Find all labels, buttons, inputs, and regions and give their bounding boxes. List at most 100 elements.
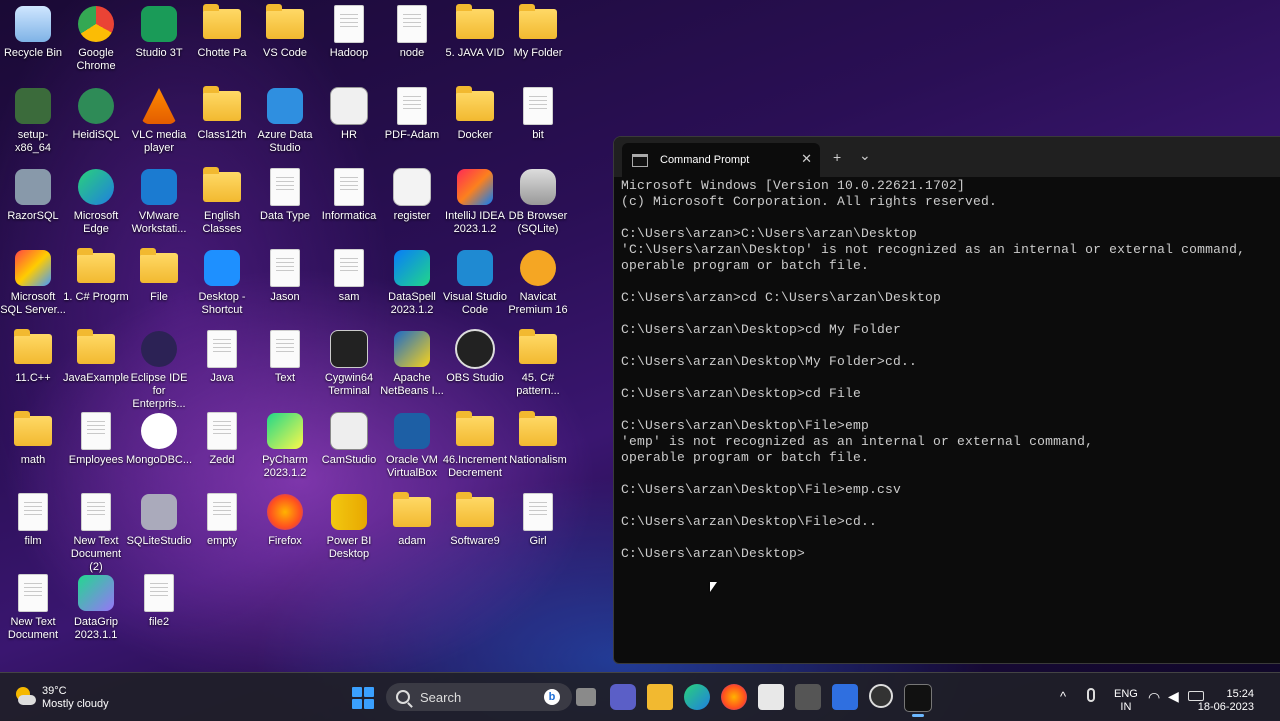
desktop-icon[interactable]: New Text Document: [0, 573, 66, 642]
desktop-icon[interactable]: Hadoop: [316, 4, 382, 60]
folder-icon: [455, 4, 495, 44]
desktop-icon[interactable]: File: [126, 248, 192, 304]
desktop-icon[interactable]: Zedd: [189, 411, 255, 467]
desktop-icon[interactable]: VMware Workstati...: [126, 167, 192, 236]
edge-icon[interactable]: [684, 684, 710, 710]
app-icon[interactable]: [795, 684, 821, 710]
console-line: C:\Users\arzan\Desktop\My Folder>cd..: [621, 354, 918, 369]
desktop-icon[interactable]: MongoDBC...: [126, 411, 192, 467]
desktop-icon[interactable]: JavaExample: [63, 329, 129, 385]
firefox-icon[interactable]: [721, 684, 747, 710]
desktop-icon[interactable]: CamStudio: [316, 411, 382, 467]
file-explorer-icon[interactable]: [647, 684, 673, 710]
desktop-icon[interactable]: empty: [189, 492, 255, 548]
desktop-icon[interactable]: Microsoft SQL Server...: [0, 248, 66, 317]
desktop-icon-label: Oracle VM VirtualBox: [386, 454, 438, 479]
show-hidden-icons-chevron[interactable]: ^: [1060, 689, 1066, 704]
desktop-icon[interactable]: Class12th: [189, 86, 255, 142]
windows-logo-tile: [364, 699, 374, 709]
bing-icon[interactable]: b: [544, 689, 560, 705]
desktop-icon[interactable]: PyCharm 2023.1.2: [252, 411, 318, 480]
desktop-icon[interactable]: Navicat Premium 16: [505, 248, 571, 317]
desktop-icon[interactable]: Employees: [63, 411, 129, 467]
desktop-icon-label: PyCharm 2023.1.2: [262, 454, 308, 479]
desktop-icon[interactable]: Microsoft Edge: [63, 167, 129, 236]
desktop-icon[interactable]: 11.C++: [0, 329, 66, 385]
desktop-icon[interactable]: DB Browser (SQLite): [505, 167, 571, 236]
desktop-icon[interactable]: Oracle VM VirtualBox: [379, 411, 445, 480]
desktop-icon[interactable]: 1. C# Progrm: [63, 248, 129, 304]
console-output[interactable]: Microsoft Windows [Version 10.0.22621.17…: [621, 178, 1271, 562]
desktop-icon[interactable]: Software9: [442, 492, 508, 548]
desktop-icon[interactable]: Docker: [442, 86, 508, 142]
desktop-icon[interactable]: Google Chrome: [63, 4, 129, 73]
desktop-icon[interactable]: 5. JAVA VID: [442, 4, 508, 60]
desktop-icon[interactable]: OBS Studio: [442, 329, 508, 385]
desktop-icon[interactable]: Text: [252, 329, 318, 385]
desktop-icon[interactable]: node: [379, 4, 445, 60]
desktop-icon[interactable]: My Folder: [505, 4, 571, 60]
desktop-icon[interactable]: Apache NetBeans I...: [379, 329, 445, 398]
desktop-icon[interactable]: math: [0, 411, 66, 467]
desktop-icon[interactable]: Azure Data Studio: [252, 86, 318, 155]
volume-icon[interactable]: ◀: [1168, 688, 1179, 705]
desktop-icon[interactable]: 46.Increment Decrement: [442, 411, 508, 480]
taskbar-search-box[interactable]: Search b: [386, 683, 572, 711]
task-view-icon[interactable]: [576, 688, 596, 706]
desktop-icon[interactable]: setup-x86_64: [0, 86, 66, 155]
desktop-icon[interactable]: film: [0, 492, 66, 548]
wifi-icon[interactable]: ◠: [1148, 689, 1160, 706]
clock[interactable]: 15:24 18-06-2023: [1198, 688, 1254, 714]
azure-data-studio-icon[interactable]: [832, 684, 858, 710]
desktop-icon-label: OBS Studio: [446, 372, 504, 384]
recorder-icon[interactable]: [869, 684, 893, 708]
desktop-icon[interactable]: Studio 3T: [126, 4, 192, 60]
chevron-down-icon[interactable]: ⌄: [859, 147, 871, 164]
desktop-icon[interactable]: register: [379, 167, 445, 223]
microphone-icon[interactable]: [1087, 688, 1095, 702]
desktop-icon[interactable]: adam: [379, 492, 445, 548]
desktop-icon[interactable]: Cygwin64 Terminal: [316, 329, 382, 398]
close-tab-icon[interactable]: ✕: [801, 151, 812, 167]
start-button[interactable]: [352, 687, 374, 709]
desktop-icon[interactable]: PDF-Adam: [379, 86, 445, 142]
desktop-icon[interactable]: Girl: [505, 492, 571, 548]
desktop-icon[interactable]: Nationalism: [505, 411, 571, 467]
folder-icon: [76, 248, 116, 288]
desktop-icon[interactable]: Power BI Desktop: [316, 492, 382, 561]
desktop-icon[interactable]: Chotte Pa: [189, 4, 255, 60]
desktop-icon[interactable]: Java: [189, 329, 255, 385]
desktop-icon[interactable]: Jason: [252, 248, 318, 304]
microsoft-store-icon[interactable]: [758, 684, 784, 710]
desktop-icon[interactable]: VS Code: [252, 4, 318, 60]
terminal-taskbar-icon[interactable]: [904, 684, 932, 717]
desktop-icon[interactable]: VLC media player: [126, 86, 192, 155]
desktop-icon[interactable]: Desktop - Shortcut: [189, 248, 255, 317]
desktop-icon[interactable]: New Text Document (2): [63, 492, 129, 574]
desktop-icon[interactable]: sam: [316, 248, 382, 304]
new-tab-icon[interactable]: +: [833, 149, 841, 165]
weather-widget[interactable]: 39°C Mostly cloudy: [14, 685, 109, 711]
desktop-icon[interactable]: English Classes: [189, 167, 255, 236]
desktop-icon[interactable]: Eclipse IDE for Enterpris...: [126, 329, 192, 411]
desktop-icon[interactable]: Data Type: [252, 167, 318, 223]
desktop-icon[interactable]: 45. C# pattern...: [505, 329, 571, 398]
desktop-icon[interactable]: RazorSQL: [0, 167, 66, 223]
desktop-icon-label: Cygwin64 Terminal: [324, 372, 374, 397]
desktop-icon[interactable]: Firefox: [252, 492, 318, 548]
desktop-icon[interactable]: Informatica: [316, 167, 382, 223]
terminal-titlebar[interactable]: Command Prompt ✕ + ⌄: [614, 137, 1280, 177]
desktop-icon[interactable]: DataGrip 2023.1.1: [63, 573, 129, 642]
desktop-icon[interactable]: HR: [316, 86, 382, 142]
teams-chat-icon[interactable]: [610, 684, 636, 710]
desktop-icon[interactable]: Visual Studio Code: [442, 248, 508, 317]
desktop-icon[interactable]: bit: [505, 86, 571, 142]
desktop-icon[interactable]: SQLiteStudio: [126, 492, 192, 548]
tab-command-prompt[interactable]: Command Prompt ✕: [622, 143, 820, 177]
desktop-icon[interactable]: file2: [126, 573, 192, 629]
desktop-icon[interactable]: IntelliJ IDEA 2023.1.2: [442, 167, 508, 236]
desktop-icon[interactable]: DataSpell 2023.1.2: [379, 248, 445, 317]
desktop-icon[interactable]: Recycle Bin: [0, 4, 66, 60]
language-indicator[interactable]: ENG IN: [1114, 688, 1138, 714]
desktop-icon[interactable]: HeidiSQL: [63, 86, 129, 142]
